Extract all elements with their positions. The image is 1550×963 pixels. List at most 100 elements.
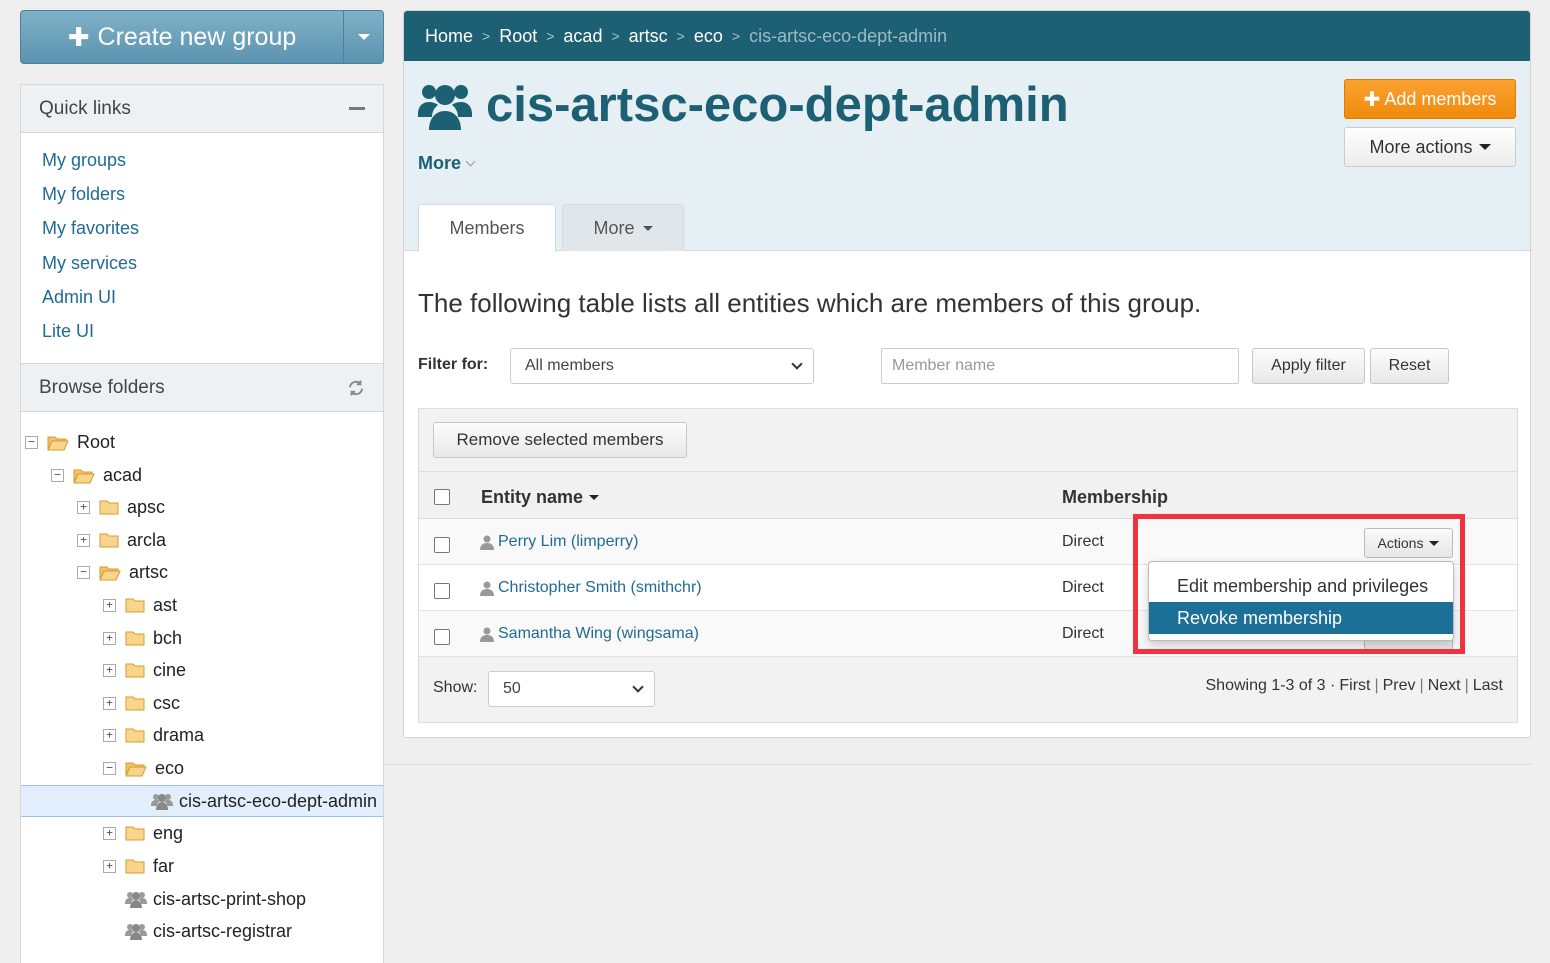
create-group-dropdown-toggle[interactable] — [343, 11, 383, 63]
tree-item[interactable]: + apsc — [21, 491, 383, 523]
group-more-toggle[interactable]: More — [418, 153, 476, 174]
tree-item-label: apsc — [127, 496, 166, 517]
column-entity-name[interactable]: Entity name — [481, 487, 600, 508]
tree-item-label: cine — [153, 659, 187, 680]
quick-link-my-groups[interactable]: My groups — [42, 150, 126, 170]
tree-item[interactable]: + csc — [21, 687, 383, 719]
tab-more[interactable]: More — [562, 204, 684, 251]
tree-item[interactable]: + drama — [21, 719, 383, 751]
quick-link-admin-ui[interactable]: Admin UI — [42, 287, 116, 307]
quick-link-my-folders[interactable]: My folders — [42, 184, 125, 204]
quick-link-my-favorites[interactable]: My favorites — [42, 218, 139, 238]
chevron-right-icon: > — [676, 28, 685, 44]
tab-members[interactable]: Members — [418, 204, 556, 252]
remove-selected-members-button[interactable]: Remove selected members — [433, 422, 687, 458]
tree-item[interactable]: − acad — [21, 459, 383, 491]
collapse-icon[interactable]: − — [51, 468, 64, 482]
row-checkbox[interactable] — [434, 537, 450, 553]
row-checkbox[interactable] — [434, 629, 450, 645]
tree-item[interactable]: − artsc — [21, 556, 383, 588]
expand-icon[interactable]: + — [103, 598, 116, 612]
collapse-icon[interactable]: − — [77, 565, 90, 579]
collapse-icon[interactable]: − — [25, 435, 38, 449]
expand-icon[interactable]: + — [77, 500, 90, 514]
member-entity: Christopher Smith (smithchr) — [480, 579, 702, 597]
tree-item-label: cis-artsc-print-shop — [153, 888, 307, 909]
collapse-icon[interactable]: − — [103, 761, 116, 775]
quick-links-header: Quick links — [21, 85, 383, 133]
pager-summary: Showing 1-3 of 3 · — [1205, 677, 1336, 694]
tree-item[interactable]: + bch — [21, 622, 383, 654]
pager: Showing 1-3 of 3 · First | Prev | Next | La… — [1205, 677, 1504, 695]
member-name-input[interactable] — [881, 348, 1239, 384]
create-group-main[interactable]: ✚ Create new group — [21, 11, 343, 63]
tree-item[interactable]: + cine — [21, 654, 383, 686]
expand-icon[interactable]: + — [103, 728, 116, 742]
column-entity-name-label: Entity name — [481, 487, 584, 507]
pager-prev[interactable]: Prev — [1383, 677, 1416, 695]
member-link[interactable]: Samantha Wing (wingsama) — [498, 625, 699, 643]
tree-item-label: artsc — [129, 561, 169, 582]
more-actions-button[interactable]: More actions — [1344, 127, 1516, 167]
expand-icon[interactable]: + — [103, 696, 116, 710]
tree-item[interactable]: cis-artsc-registrar — [21, 915, 383, 947]
tree-item-label: ast — [153, 594, 178, 615]
add-members-button[interactable]: ✚ Add members — [1344, 79, 1516, 119]
chevron-right-icon: > — [611, 28, 620, 44]
create-new-group-button[interactable]: ✚ Create new group — [20, 10, 384, 64]
expand-icon[interactable]: + — [103, 826, 116, 840]
tree-item[interactable]: + far — [21, 850, 383, 882]
tab-members-label: Members — [449, 218, 525, 238]
pager-first[interactable]: First — [1339, 677, 1370, 695]
breadcrumb-artsc[interactable]: artsc — [629, 26, 668, 47]
add-members-label: Add members — [1384, 88, 1497, 109]
refresh-icon[interactable] — [347, 379, 365, 397]
expand-icon[interactable]: + — [103, 631, 116, 645]
page-size-select[interactable]: 50 — [488, 671, 655, 707]
tree-item-label: Root — [77, 431, 116, 452]
chevron-down-icon — [632, 680, 644, 693]
plus-icon: ✚ — [67, 21, 90, 52]
caret-down-icon — [642, 225, 653, 231]
column-membership: Membership — [1062, 487, 1169, 507]
folder-open-icon — [47, 434, 69, 451]
tree-item[interactable]: cis-artsc-eco-dept-admin — [21, 785, 383, 817]
row-checkbox[interactable] — [434, 583, 450, 599]
collapse-icon[interactable] — [349, 107, 365, 110]
member-link[interactable]: Christopher Smith (smithchr) — [498, 579, 702, 597]
breadcrumb-current: cis-artsc-eco-dept-admin — [749, 25, 948, 46]
tree-item[interactable]: + arcla — [21, 524, 383, 556]
tree-item[interactable]: − Root — [21, 426, 383, 458]
breadcrumb-home[interactable]: Home — [425, 26, 473, 47]
folder-icon — [125, 662, 145, 678]
expand-icon[interactable]: + — [103, 859, 116, 873]
pager-next[interactable]: Next — [1428, 677, 1461, 695]
breadcrumb-eco[interactable]: eco — [694, 26, 723, 47]
pager-last[interactable]: Last — [1473, 677, 1503, 695]
member-filter-select[interactable]: All members — [510, 348, 814, 384]
quick-link-my-services[interactable]: My services — [42, 253, 137, 273]
caret-down-icon — [1478, 144, 1491, 150]
reset-button[interactable]: Reset — [1370, 348, 1449, 384]
tree-item[interactable]: + ast — [21, 589, 383, 621]
tree-item[interactable]: + eng — [21, 817, 383, 849]
apply-filter-button[interactable]: Apply filter — [1252, 348, 1365, 384]
create-group-label: Create new group — [97, 22, 297, 51]
breadcrumb-root[interactable]: Root — [499, 26, 537, 47]
member-link[interactable]: Perry Lim (limperry) — [498, 533, 638, 551]
breadcrumb-acad[interactable]: acad — [563, 26, 602, 47]
quick-link-lite-ui[interactable]: Lite UI — [42, 321, 94, 341]
expand-icon[interactable]: + — [77, 533, 90, 547]
highlight-annotation-box — [1133, 514, 1465, 654]
tree-item[interactable]: cis-artsc-print-shop — [21, 883, 383, 915]
expand-icon[interactable]: + — [103, 663, 116, 677]
select-all-checkbox[interactable] — [434, 489, 450, 505]
browse-folders-title: Browse folders — [39, 376, 165, 398]
tree-item[interactable]: − eco — [21, 752, 383, 784]
sort-desc-icon — [589, 495, 600, 500]
table-footer: Show: 50 Showing 1-3 of 3 · First | Prev |… — [419, 657, 1517, 723]
tree-item-label: csc — [153, 692, 180, 713]
chevron-right-icon: > — [731, 28, 741, 44]
folder-icon — [99, 499, 119, 515]
table-header: Entity name Membership — [419, 471, 1517, 519]
